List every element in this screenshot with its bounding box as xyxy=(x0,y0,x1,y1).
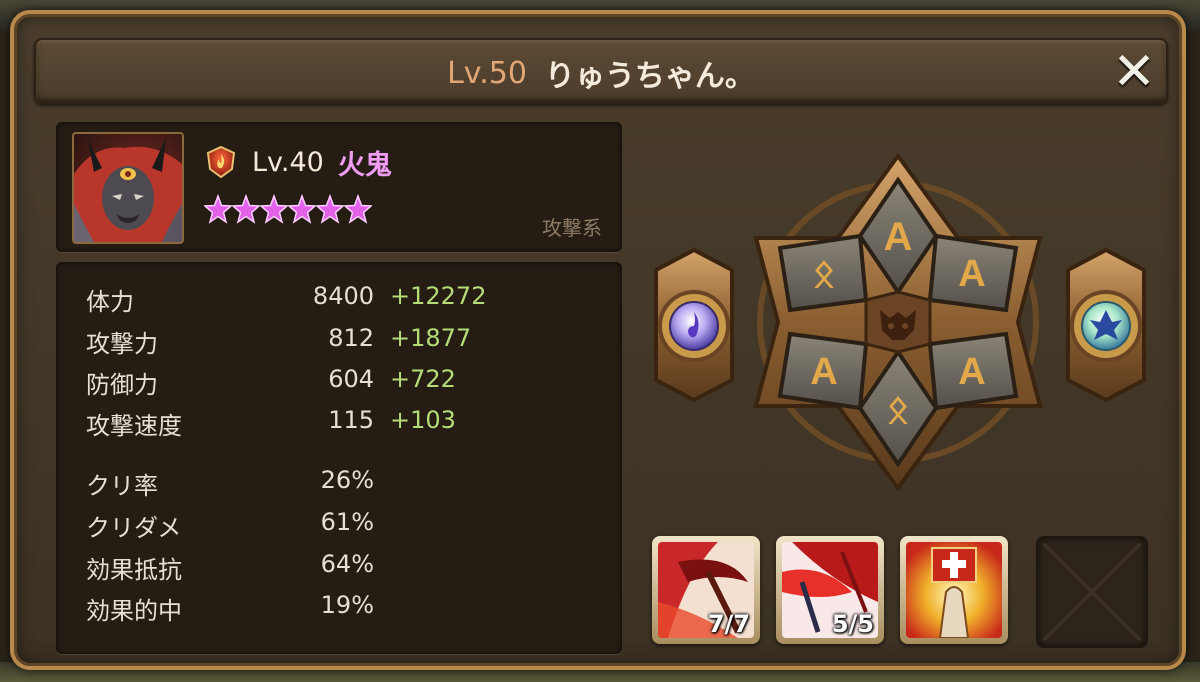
holy-shield-skill-icon xyxy=(906,542,1002,638)
stats-panel: 体力 8400 +12272 攻撃力 812 +1877 防御力 604 +72… xyxy=(56,262,622,654)
stat-bonus: +722 xyxy=(390,365,456,393)
stat-label: 攻撃速度 xyxy=(86,412,182,440)
stat-value: 26% xyxy=(320,466,374,494)
stat-bonus: +103 xyxy=(390,406,456,434)
stat-bonus: +12272 xyxy=(390,282,487,310)
monster-name: 火鬼 xyxy=(337,149,392,181)
rune-slot-label: ᛟ xyxy=(813,251,836,295)
stat-row-attack: 攻撃力 812 +1877 xyxy=(86,324,606,360)
rune-slot-label: A xyxy=(810,351,837,393)
stat-label: 効果的中 xyxy=(86,597,182,625)
skill-slot-2[interactable]: 5/5 xyxy=(776,536,884,644)
fire-element-icon xyxy=(206,145,236,179)
stat-label: クリダメ xyxy=(86,514,182,542)
stat-row-crit-rate: クリ率 26% xyxy=(86,466,606,502)
monster-level: Lv.40 xyxy=(252,146,324,178)
fleur-gem-artifact-icon[interactable] xyxy=(1066,247,1146,403)
star-icon xyxy=(288,193,316,224)
rune-slot-label: A xyxy=(958,253,985,295)
rune-slot-label: A xyxy=(884,215,913,259)
stat-label: 防御力 xyxy=(86,371,158,399)
rune-slot-lower-right[interactable]: A xyxy=(927,331,1019,411)
player-level: Lv.50 xyxy=(447,55,527,91)
stat-value: 812 xyxy=(328,324,374,352)
rune-slot-label: ᛟ xyxy=(887,387,910,431)
stat-row-accuracy: 効果的中 19% xyxy=(86,591,606,627)
stat-row-defense: 防御力 604 +722 xyxy=(86,365,606,401)
stat-row-speed: 攻撃速度 115 +103 xyxy=(86,406,606,442)
star-icon xyxy=(260,193,288,224)
stat-value: 19% xyxy=(320,591,374,619)
title-text: Lv.50 りゅうちゃん。 xyxy=(36,40,1166,106)
player-name: りゅうちゃん。 xyxy=(544,59,755,94)
skill-level: 5/5 xyxy=(831,610,874,638)
stat-row-resistance: 効果抵抗 64% xyxy=(86,550,606,586)
star-rating xyxy=(204,192,372,232)
empty-skill-slot xyxy=(1036,536,1148,648)
monster-summary-panel: Lv.40 火鬼 攻撃系 xyxy=(56,122,622,252)
skill-slot-3[interactable] xyxy=(900,536,1008,644)
demon-skull-icon xyxy=(864,290,932,354)
rune-slot-upper-left[interactable]: ᛟ xyxy=(777,233,869,313)
close-button[interactable]: ✕ xyxy=(1112,46,1156,98)
stat-value: 8400 xyxy=(312,282,374,310)
star-icon xyxy=(204,193,232,224)
skill-level: 7/7 xyxy=(707,610,750,638)
monster-level-line: Lv.40 火鬼 xyxy=(204,144,392,181)
star-icon xyxy=(316,193,344,224)
rune-slot-lower-left[interactable]: A xyxy=(777,331,869,411)
monster-portrait[interactable] xyxy=(72,132,184,244)
stat-row-crit-damage: クリダメ 61% xyxy=(86,508,606,544)
close-icon: ✕ xyxy=(1112,42,1156,102)
rune-slot-upper-right[interactable]: A xyxy=(927,233,1019,313)
title-bar: Lv.50 りゅうちゃん。 xyxy=(34,38,1168,104)
stat-bonus: +1877 xyxy=(390,324,472,352)
stat-row-hp: 体力 8400 +12272 xyxy=(86,282,606,318)
star-icon xyxy=(232,193,260,224)
stat-value: 115 xyxy=(328,406,374,434)
purple-gem-artifact-icon[interactable] xyxy=(654,247,734,403)
stat-label: 攻撃力 xyxy=(86,330,158,358)
star-icon xyxy=(344,193,372,224)
stat-value: 64% xyxy=(320,550,374,578)
rune-slot-label: A xyxy=(958,351,985,393)
stat-label: クリ率 xyxy=(86,472,158,500)
monster-role: 攻撃系 xyxy=(542,216,602,240)
stat-label: 効果抵抗 xyxy=(86,556,182,584)
skill-slot-1[interactable]: 7/7 xyxy=(652,536,760,644)
stat-value: 604 xyxy=(328,365,374,393)
stat-value: 61% xyxy=(320,508,374,536)
stat-label: 体力 xyxy=(86,288,134,316)
rune-layout: A A A A ᛟ ᛟ xyxy=(654,152,1146,492)
